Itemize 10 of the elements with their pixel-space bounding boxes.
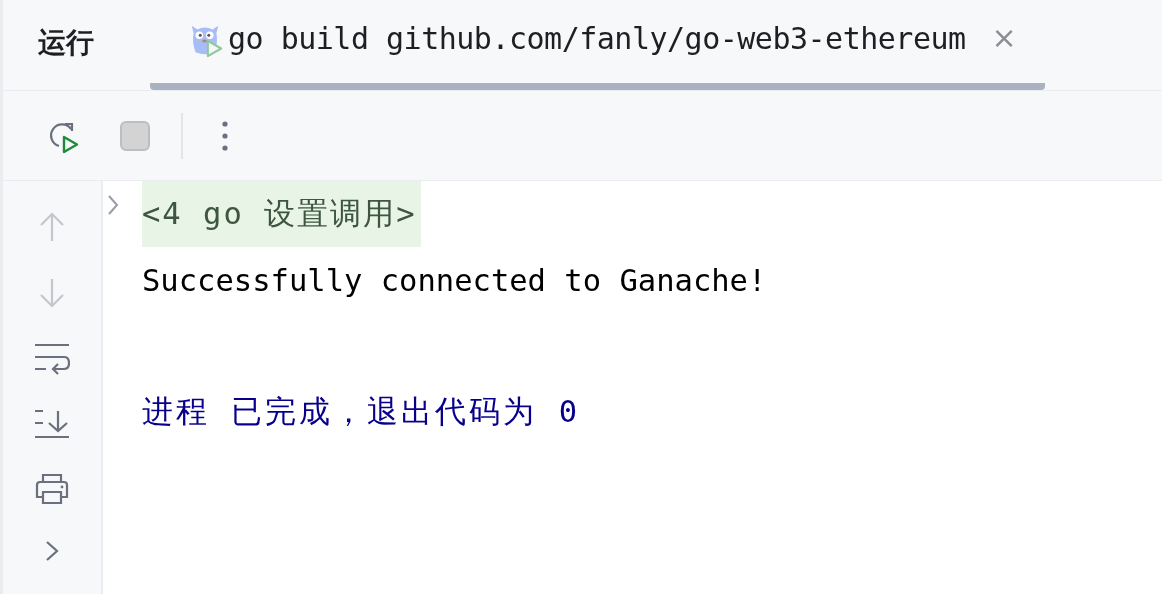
exit-message: 进程 已完成，退出代码为 0 xyxy=(142,392,581,431)
more-icon[interactable] xyxy=(221,119,229,152)
folded-output[interactable]: <4 go 设置调用> xyxy=(142,181,421,247)
fold-chevron-icon[interactable] xyxy=(107,194,119,216)
soft-wrap-icon[interactable] xyxy=(34,343,70,375)
console-output: Successfully connected to Ganache! xyxy=(142,262,767,298)
panel-title: 运行 xyxy=(38,25,95,61)
scroll-to-end-icon[interactable] xyxy=(34,409,70,439)
chevron-right-icon[interactable] xyxy=(44,539,60,563)
print-icon[interactable] xyxy=(34,473,70,505)
